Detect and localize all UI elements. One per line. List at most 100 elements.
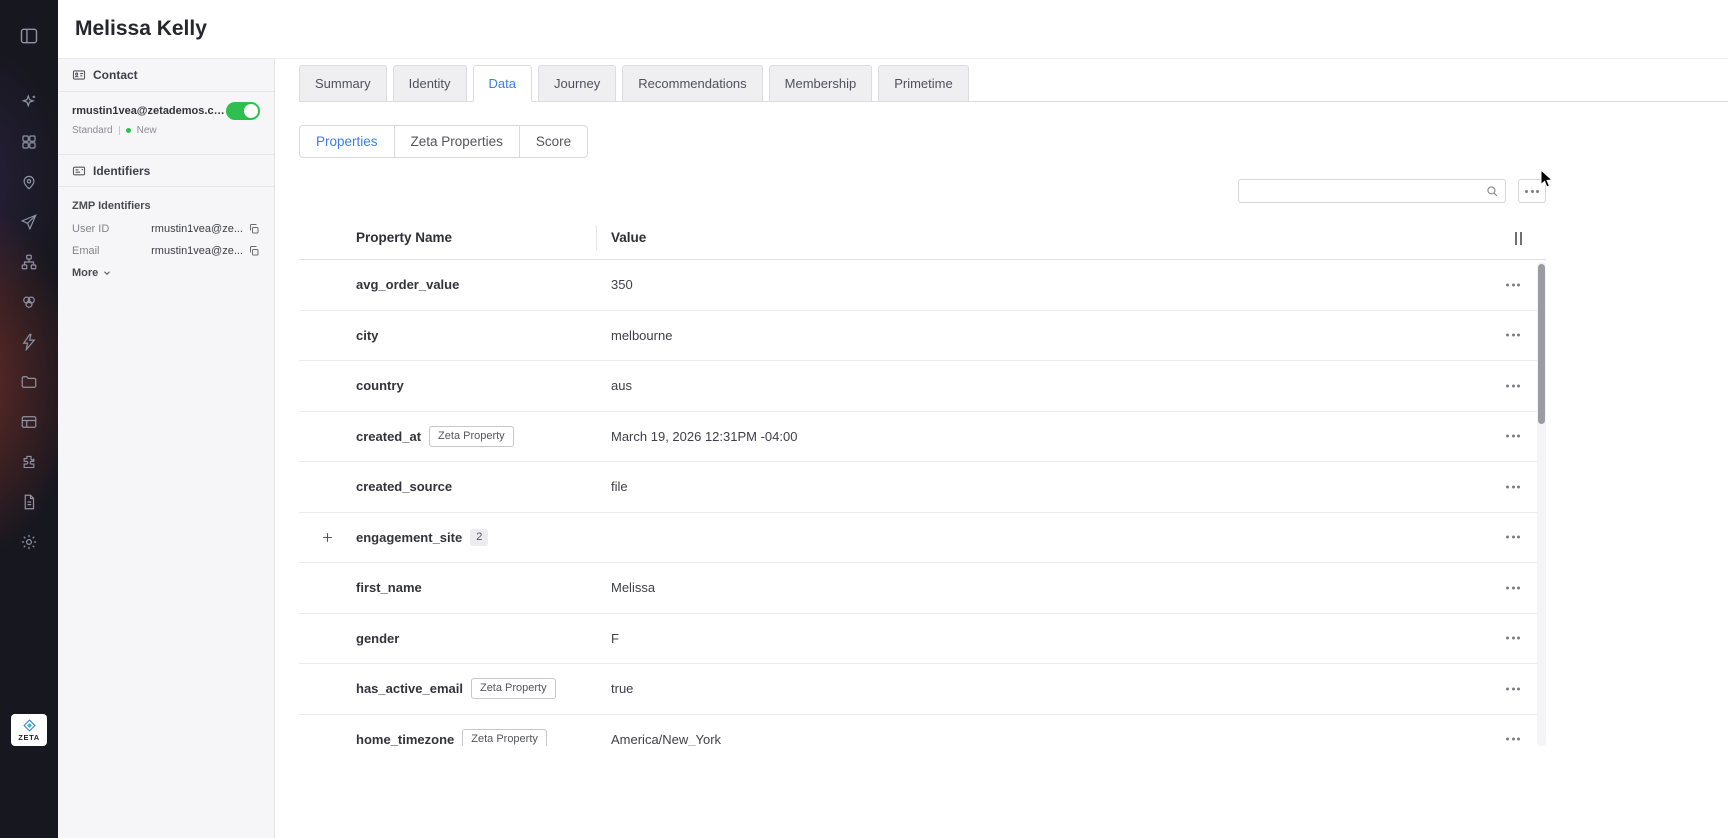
send-icon[interactable] <box>9 202 49 242</box>
ai-sparkle-icon[interactable] <box>9 82 49 122</box>
property-name: engagement_site <box>356 530 462 545</box>
table-row[interactable]: city melbourne <box>299 311 1546 362</box>
identifier-row: User ID rmustin1vea@ze... <box>72 223 260 235</box>
tab-membership[interactable]: Membership <box>769 65 873 102</box>
tab-data[interactable]: Data <box>473 65 532 102</box>
contact-tier: Standard <box>72 125 113 136</box>
copy-icon[interactable] <box>248 245 260 257</box>
identifier-label: User ID <box>72 223 109 235</box>
table-row[interactable]: created_at Zeta Property March 19, 2026 … <box>299 412 1546 463</box>
subtab-zeta-properties[interactable]: Zeta Properties <box>395 126 520 157</box>
identifier-label: Email <box>72 245 100 257</box>
table-more-button[interactable] <box>1518 179 1546 203</box>
property-name: home_timezone <box>356 732 454 746</box>
table-row[interactable]: has_active_email Zeta Property true <box>299 664 1546 715</box>
settings-gear-icon[interactable] <box>9 522 49 562</box>
zmp-identifiers-label: ZMP Identifiers <box>72 200 260 212</box>
row-menu-button[interactable] <box>1502 633 1524 644</box>
property-name: avg_order_value <box>356 277 459 292</box>
location-pin-icon[interactable] <box>9 162 49 202</box>
property-value: F <box>597 631 1546 646</box>
more-label: More <box>72 267 98 279</box>
table-toolbar <box>299 179 1546 203</box>
table-row[interactable]: country aus <box>299 361 1546 412</box>
row-menu-button[interactable] <box>1502 532 1524 543</box>
sitemap-icon[interactable] <box>9 242 49 282</box>
row-menu-button[interactable] <box>1502 279 1524 290</box>
property-name: city <box>356 328 378 343</box>
property-value: 350 <box>597 277 1546 292</box>
zeta-property-badge: Zeta Property <box>429 426 514 447</box>
tab-summary[interactable]: Summary <box>299 65 387 102</box>
table-row[interactable]: engagement_site 2 <box>299 513 1546 564</box>
page-header: Melissa Kelly <box>58 0 1728 58</box>
child-count-badge: 2 <box>470 529 488 546</box>
folder-icon[interactable] <box>9 362 49 402</box>
tab-identity[interactable]: Identity <box>393 65 467 102</box>
panel-toggle-icon[interactable] <box>9 16 49 56</box>
contact-section-header: Contact <box>58 59 274 92</box>
table-row[interactable]: home_timezone Zeta Property America/New_… <box>299 715 1546 747</box>
nav-rail: ZETA <box>0 0 58 838</box>
table-header-row: Property Name Value <box>299 216 1546 260</box>
contact-card-icon <box>72 68 86 82</box>
dashboard-icon[interactable] <box>9 122 49 162</box>
expand-plus-icon[interactable] <box>321 531 334 544</box>
table-row[interactable]: gender F <box>299 614 1546 665</box>
data-table-icon[interactable] <box>9 402 49 442</box>
zeta-diamond-icon <box>23 719 36 732</box>
zeta-property-badge: Zeta Property <box>462 729 547 746</box>
row-menu-button[interactable] <box>1502 431 1524 442</box>
column-resize-icon[interactable] <box>1515 232 1522 245</box>
row-menu-button[interactable] <box>1502 330 1524 341</box>
table-row[interactable]: created_source file <box>299 462 1546 513</box>
contact-active-toggle[interactable] <box>226 102 260 120</box>
row-menu-button[interactable] <box>1502 481 1524 492</box>
column-header-value[interactable]: Value <box>597 230 646 245</box>
identifier-value: rmustin1vea@ze... <box>151 223 243 235</box>
divider <box>119 126 120 135</box>
identifiers-label: Identifiers <box>93 164 150 178</box>
contact-panel: Contact rmustin1vea@zetademos.com Standa… <box>58 58 275 838</box>
table-row[interactable]: avg_order_value 350 <box>299 260 1546 311</box>
zeta-logo: ZETA <box>11 714 47 746</box>
zeta-logo-text: ZETA <box>18 733 39 742</box>
row-menu-button[interactable] <box>1502 734 1524 745</box>
lightning-icon[interactable] <box>9 322 49 362</box>
row-menu-button[interactable] <box>1502 582 1524 593</box>
property-value: melbourne <box>597 328 1546 343</box>
column-header-property-name[interactable]: Property Name <box>299 226 597 250</box>
identifiers-section-header: Identifiers <box>58 154 274 187</box>
tab-journey[interactable]: Journey <box>538 65 616 102</box>
row-menu-button[interactable] <box>1502 380 1524 391</box>
subtab-properties[interactable]: Properties <box>300 126 395 157</box>
audience-circles-icon[interactable] <box>9 282 49 322</box>
property-value: Melissa <box>597 580 1546 595</box>
subtab-score[interactable]: Score <box>520 126 587 157</box>
property-value: file <box>597 479 1546 494</box>
search-box <box>1238 179 1506 203</box>
more-expander[interactable]: More <box>72 267 260 279</box>
tab-bar: Summary Identity Data Journey Recommenda… <box>299 65 1728 102</box>
search-input[interactable] <box>1239 180 1505 202</box>
row-menu-button[interactable] <box>1502 683 1524 694</box>
table-row[interactable]: first_name Melissa <box>299 563 1546 614</box>
search-icon[interactable] <box>1485 184 1499 203</box>
table-scrollbar[interactable] <box>1537 262 1546 746</box>
property-value: America/New_York <box>597 732 1546 746</box>
property-name: created_source <box>356 479 452 494</box>
integrations-icon[interactable] <box>9 442 49 482</box>
tab-primetime[interactable]: Primetime <box>878 65 969 102</box>
chevron-down-icon <box>102 268 112 278</box>
identifier-row: Email rmustin1vea@ze... <box>72 245 260 257</box>
page-title: Melissa Kelly <box>75 17 207 41</box>
id-card-icon <box>72 164 86 178</box>
scrollbar-thumb[interactable] <box>1538 264 1545 424</box>
copy-icon[interactable] <box>248 223 260 235</box>
property-name: has_active_email <box>356 681 463 696</box>
property-value: aus <box>597 378 1546 393</box>
tab-recommendations[interactable]: Recommendations <box>622 65 762 102</box>
property-name: first_name <box>356 580 422 595</box>
zeta-property-badge: Zeta Property <box>471 678 556 699</box>
document-icon[interactable] <box>9 482 49 522</box>
